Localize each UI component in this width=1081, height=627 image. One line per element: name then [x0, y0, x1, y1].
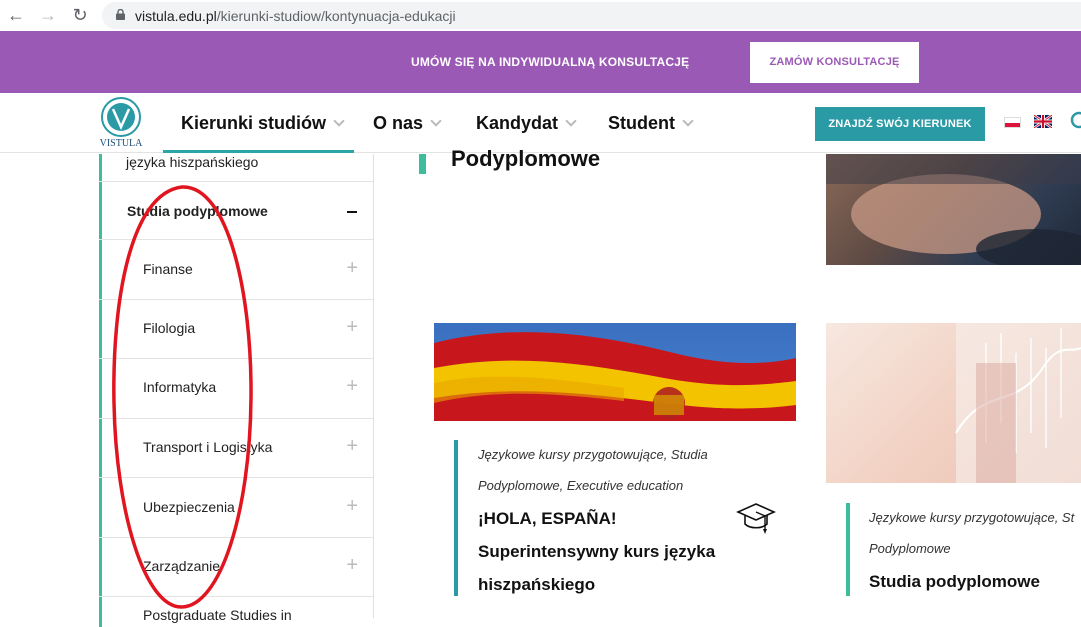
sidebar-accent-bar — [99, 240, 102, 299]
address-bar[interactable]: vistula.edu.pl/kierunki-studiow/kontynua… — [102, 2, 1081, 29]
nav-kandydat[interactable]: Kandydat — [476, 113, 577, 134]
sidebar-item-label: Finanse — [143, 261, 193, 277]
sidebar-section-postgraduate[interactable]: Studia podyplomowe — [99, 182, 374, 240]
sidebar-accent-bar — [99, 182, 102, 239]
svg-text:VISTULA: VISTULA — [100, 138, 144, 148]
sidebar-accent-bar — [99, 538, 102, 596]
sidebar-item-label: Zarządzanie — [143, 558, 221, 574]
card-title-line: Superintensywny kurs języka — [478, 542, 716, 561]
expand-plus-icon[interactable]: + — [346, 257, 358, 280]
sidebar-item-label: Transport i Logistyka — [143, 439, 273, 455]
sidebar-accent-bar — [99, 154, 102, 181]
consultation-banner: UMÓW SIĘ NA INDYWIDUALNĄ KONSULTACJĘ ZAM… — [0, 31, 1081, 93]
search-icon[interactable] — [1070, 111, 1081, 131]
sidebar-item-filologia[interactable]: Filologia + — [99, 300, 374, 359]
sidebar-item-finanse[interactable]: Finanse + — [99, 240, 374, 300]
sidebar-item-postgraduate-studies[interactable]: Postgraduate Studies in — [99, 597, 374, 627]
card-tags-line: Językowe kursy przygotowujące, St — [869, 510, 1075, 525]
url-path: /kierunki-studiow/kontynuacja-edukacji — [216, 8, 456, 24]
sidebar-accent-bar — [99, 597, 102, 627]
sidebar-item-zarzadzanie[interactable]: Zarządzanie + — [99, 538, 374, 597]
card-photo-top[interactable] — [826, 154, 1081, 265]
card-photo-spain[interactable] — [434, 323, 796, 421]
nav-label: Kandydat — [476, 113, 559, 133]
lock-icon — [116, 9, 125, 20]
uk-flag-icon[interactable] — [1034, 115, 1052, 128]
nav-kierunki-studiow[interactable]: Kierunki studiów — [181, 113, 345, 134]
nav-student[interactable]: Student — [608, 113, 694, 134]
card-tags-line: Podyplomowe — [869, 541, 951, 556]
reload-icon[interactable]: ↻ — [69, 4, 91, 26]
expand-plus-icon[interactable]: + — [346, 316, 358, 339]
card-title-line: Studia podyplomowe — [869, 572, 1040, 591]
expand-plus-icon[interactable]: + — [346, 554, 358, 577]
nav-label: O nas — [373, 113, 424, 133]
site-header: VISTULA Kierunki studiów O nas Kandydat … — [0, 93, 1081, 153]
sidebar-item-informatyka[interactable]: Informatyka + — [99, 359, 374, 419]
finance-chart-image — [955, 323, 1081, 483]
url-text: vistula.edu.pl/kierunki-studiow/kontynua… — [135, 8, 456, 24]
expand-plus-icon[interactable]: + — [346, 375, 358, 398]
sidebar-accent-bar — [99, 359, 102, 418]
expand-plus-icon[interactable]: + — [346, 435, 358, 458]
sidebar-accent-bar — [99, 300, 102, 358]
back-arrow-icon[interactable]: ← — [5, 4, 27, 26]
sidebar-item-label: Filologia — [143, 320, 196, 336]
card-title[interactable]: ¡HOLA, ESPAÑA! Superintensywny kurs języ… — [478, 502, 715, 601]
program-sidebar: języka hiszpańskiego Studia podyplomowe … — [99, 154, 374, 627]
card-title-line: hiszpańskiego — [478, 575, 596, 594]
spanish-flag-image — [434, 332, 796, 421]
card-title-line: ¡HOLA, ESPAÑA! — [478, 509, 617, 528]
graduation-cap-icon — [736, 503, 776, 534]
active-nav-underline — [163, 150, 354, 153]
sidebar-item-label: języka hiszpańskiego — [126, 154, 259, 170]
sidebar-accent-bar — [99, 478, 102, 537]
card-photo-finance[interactable] — [826, 323, 1081, 483]
nav-label: Student — [608, 113, 675, 133]
banner-text: UMÓW SIĘ NA INDYWIDUALNĄ KONSULTACJĘ — [411, 55, 690, 69]
sidebar-item-label: Ubezpieczenia — [143, 499, 235, 515]
url-domain: vistula.edu.pl — [135, 8, 217, 24]
card-tags: Językowe kursy przygotowujące, St Podypl… — [869, 502, 1081, 564]
nav-label: Kierunki studiów — [181, 113, 327, 133]
sidebar-item-spanish[interactable]: języka hiszpańskiego — [99, 154, 374, 182]
chevron-down-icon — [682, 115, 694, 127]
chevron-down-icon — [565, 115, 577, 127]
sidebar-item-transport[interactable]: Transport i Logistyka + — [99, 419, 374, 478]
section-accent-bar — [419, 154, 426, 174]
card-tags-line: Podyplomowe, Executive education — [478, 478, 684, 493]
order-consultation-button[interactable]: ZAMÓW KONSULTACJĘ — [750, 42, 919, 83]
chevron-down-icon — [333, 115, 345, 127]
sidebar-item-label: Postgraduate Studies in — [143, 607, 292, 623]
expand-plus-icon[interactable]: + — [346, 495, 358, 518]
chevron-down-icon — [430, 115, 442, 127]
nav-o-nas[interactable]: O nas — [373, 113, 442, 134]
card-title[interactable]: Studia podyplomowe — [869, 565, 1040, 598]
vistula-logo[interactable]: VISTULA — [96, 96, 146, 148]
section-title: Podyplomowe — [451, 146, 601, 171]
card-accent-bar — [846, 503, 850, 596]
sidebar-accent-bar — [99, 419, 102, 477]
collapse-icon[interactable] — [347, 211, 357, 213]
sidebar-item-label: Informatyka — [143, 379, 217, 395]
polish-flag-icon[interactable] — [1004, 117, 1021, 128]
student-photo — [826, 154, 1081, 265]
forward-arrow-icon[interactable]: → — [37, 4, 59, 26]
find-your-program-button[interactable]: ZNAJDŹ SWÓJ KIERUNEK — [815, 107, 985, 141]
card-tags: Językowe kursy przygotowujące, Studia Po… — [478, 439, 708, 501]
card-accent-bar — [454, 440, 458, 596]
sidebar-item-ubezpieczenia[interactable]: Ubezpieczenia + — [99, 478, 374, 538]
sidebar-section-label: Studia podyplomowe — [127, 203, 268, 219]
browser-toolbar: ← → ↻ vistula.edu.pl/kierunki-studiow/ko… — [0, 0, 1081, 31]
card-tags-line: Językowe kursy przygotowujące, Studia — [478, 447, 708, 462]
